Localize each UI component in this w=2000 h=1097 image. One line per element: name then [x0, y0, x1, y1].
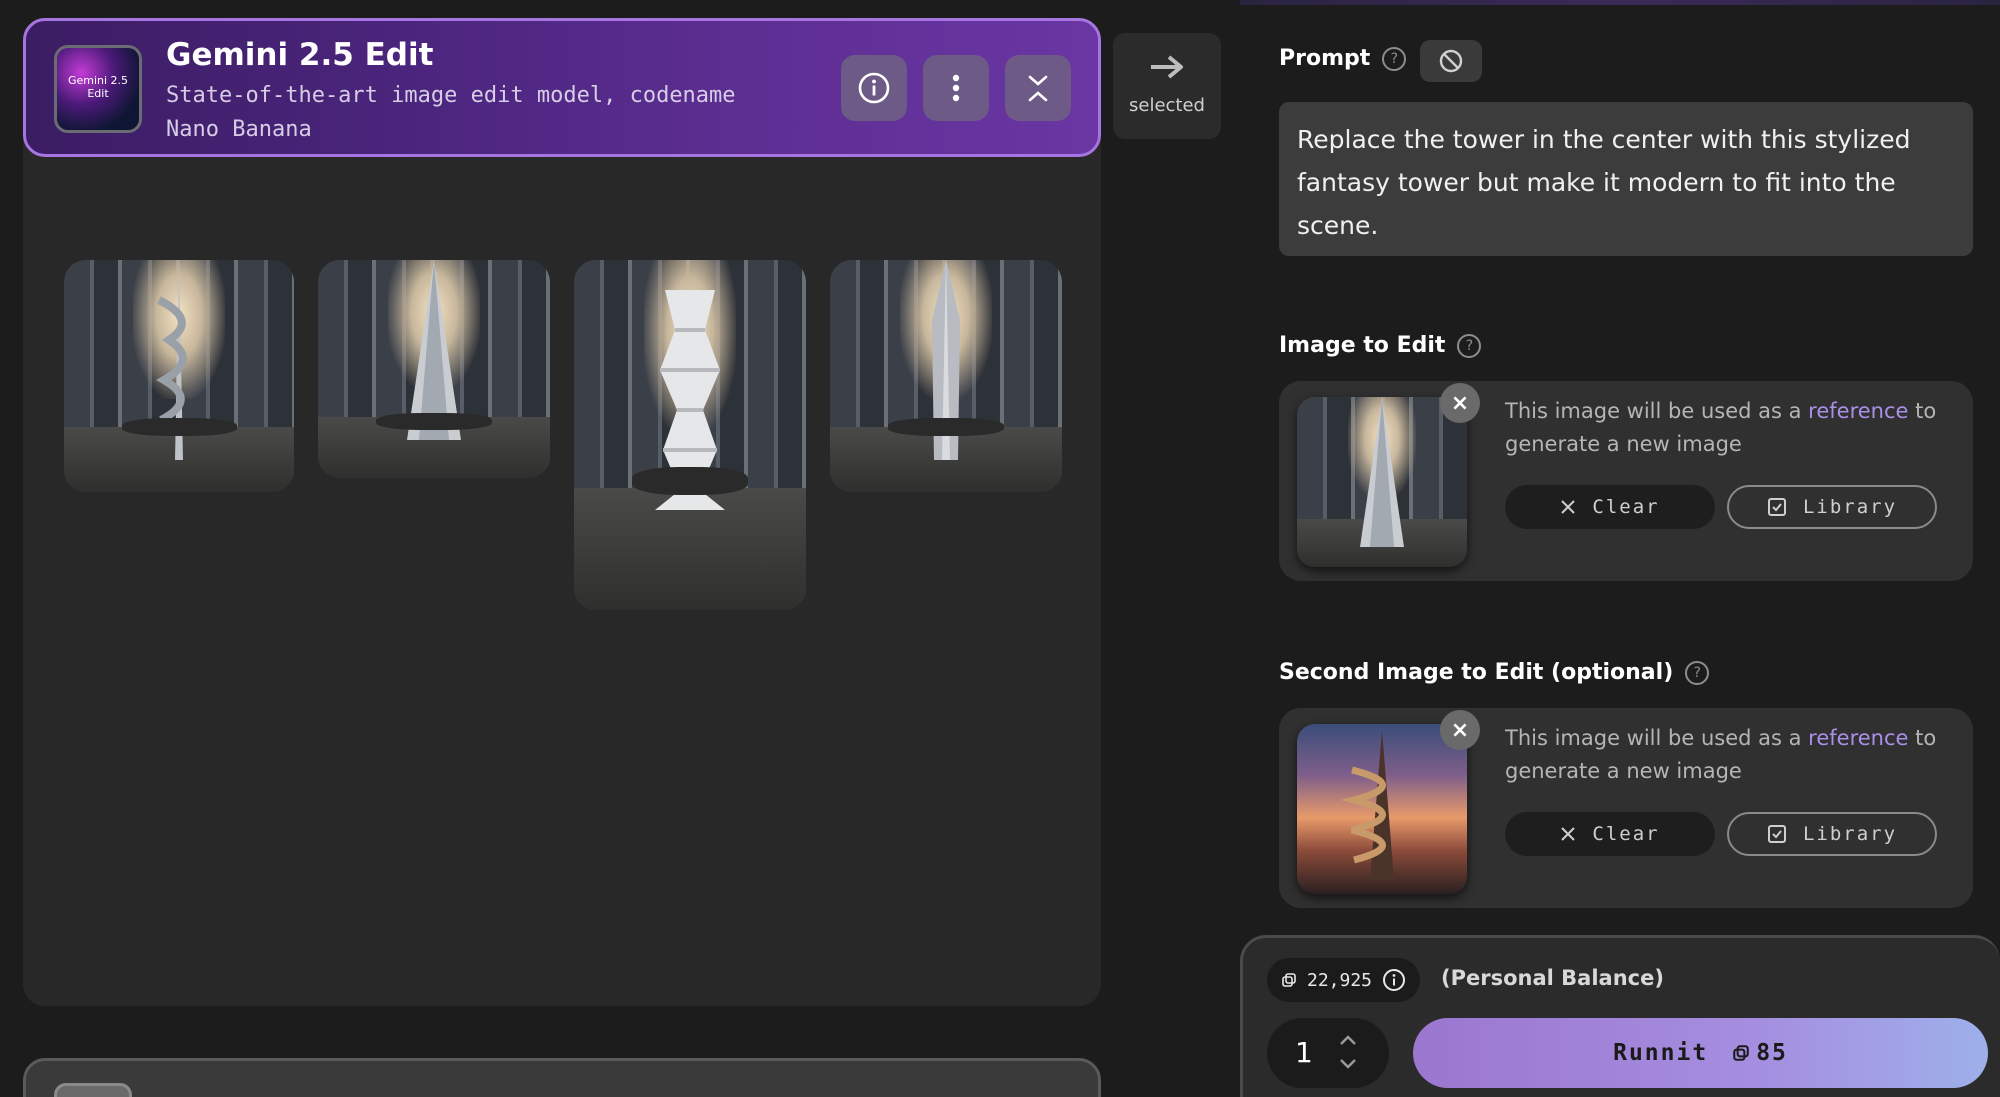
run-footer: 22,925 (Personal Balance) 1 Runnit 85: [1240, 935, 2000, 1097]
library-label: Library: [1802, 496, 1898, 518]
help-icon[interactable]: ?: [1457, 333, 1482, 358]
model-card: [23, 18, 1101, 1006]
reference-description-prefix: This image will be used as a: [1505, 399, 1809, 423]
fantasy-tower-graphic: [1342, 730, 1394, 880]
result-image-2[interactable]: [318, 260, 550, 478]
image-plaza: [121, 417, 237, 437]
close-icon: [1561, 500, 1576, 514]
help-icon[interactable]: ?: [1382, 46, 1407, 71]
library-button[interactable]: Library: [1727, 485, 1937, 529]
run-cost: 85: [1732, 1040, 1788, 1066]
second-image-preview[interactable]: [1297, 724, 1467, 894]
disable-prompt-button[interactable]: [1420, 40, 1482, 82]
close-icon: [1561, 827, 1576, 841]
image-plaza: [376, 412, 492, 431]
quantity-value: 1: [1295, 1036, 1313, 1069]
run-label: Runnit: [1613, 1040, 1709, 1066]
info-icon: [858, 72, 890, 104]
coins-icon: [1282, 973, 1296, 987]
clear-button[interactable]: Clear: [1505, 485, 1715, 529]
model-thumbnail: Gemini 2.5 Edit: [54, 45, 142, 133]
reference-link[interactable]: reference: [1808, 726, 1908, 750]
quantity-stepper[interactable]: 1: [1267, 1018, 1389, 1088]
cone-tower-graphic: [1360, 397, 1404, 547]
selected-label: selected: [1129, 95, 1205, 116]
prompt-section-title: Prompt ?: [1279, 46, 1407, 71]
help-icon[interactable]: ?: [1685, 660, 1710, 685]
info-button[interactable]: [841, 55, 907, 121]
image-to-edit-panel: × This image will be used as a reference…: [1279, 381, 1973, 581]
checkbox-icon: [1767, 825, 1786, 843]
balance-badge: 22,925: [1267, 958, 1421, 1002]
library-button[interactable]: Library: [1727, 812, 1937, 856]
prompt-label: Prompt: [1279, 46, 1371, 71]
second-model-thumbnail: [54, 1083, 132, 1097]
app-root: Gemini 2.5 Edit Gemini 2.5 Edit State-of…: [0, 0, 2000, 1097]
result-image-1[interactable]: [64, 260, 294, 492]
model-header[interactable]: Gemini 2.5 Edit Gemini 2.5 Edit State-of…: [23, 18, 1101, 157]
image-plaza: [888, 417, 1004, 437]
reference-description: This image will be used as a reference t…: [1505, 395, 1945, 461]
arrow-right-icon: [1151, 55, 1183, 79]
checkbox-icon: [1767, 498, 1786, 516]
second-model-card[interactable]: [23, 1058, 1101, 1097]
second-image-label: Second Image to Edit (optional): [1279, 660, 1674, 685]
image-to-edit-section-title: Image to Edit ?: [1279, 333, 1482, 358]
result-image-3[interactable]: [574, 260, 806, 610]
balance-label: (Personal Balance): [1441, 966, 1664, 990]
kebab-menu-icon: [952, 74, 960, 102]
clear-label: Clear: [1592, 823, 1660, 845]
balance-value: 22,925: [1307, 969, 1373, 991]
collapse-button[interactable]: [1005, 55, 1071, 121]
model-description: State-of-the-art image edit model, coden…: [166, 83, 736, 142]
collapse-chevrons-icon: [1028, 75, 1048, 102]
second-image-panel: × This image will be used as a reference…: [1279, 708, 1973, 908]
image-plaza: [632, 466, 748, 495]
model-thumbnail-text: Gemini 2.5 Edit: [67, 74, 129, 100]
coins-icon: [1733, 1045, 1749, 1061]
clear-label: Clear: [1592, 496, 1660, 518]
runnit-button[interactable]: Runnit 85: [1413, 1018, 1988, 1088]
reference-description-prefix: This image will be used as a: [1505, 726, 1809, 750]
clear-button[interactable]: Clear: [1505, 812, 1715, 856]
more-options-button[interactable]: [923, 55, 989, 121]
second-image-section-title: Second Image to Edit (optional) ?: [1279, 660, 1710, 685]
info-icon[interactable]: [1382, 968, 1406, 992]
selected-button[interactable]: selected: [1113, 33, 1221, 139]
prompt-textarea[interactable]: Replace the tower in the center with thi…: [1279, 102, 1973, 256]
ban-icon: [1439, 49, 1463, 73]
stepper-chevrons-icon[interactable]: [1337, 1030, 1359, 1074]
run-cost-value: 85: [1756, 1040, 1788, 1066]
reference-description: This image will be used as a reference t…: [1505, 722, 1945, 788]
library-label: Library: [1802, 823, 1898, 845]
model-title: Gemini 2.5 Edit: [166, 37, 434, 73]
top-accent-strip: [1240, 0, 2000, 5]
reference-link[interactable]: reference: [1808, 399, 1908, 423]
result-image-4[interactable]: [830, 260, 1062, 492]
remove-image-button[interactable]: ×: [1440, 710, 1480, 750]
image-to-edit-preview[interactable]: [1297, 397, 1467, 567]
remove-image-button[interactable]: ×: [1440, 383, 1480, 423]
image-to-edit-label: Image to Edit: [1279, 333, 1446, 358]
